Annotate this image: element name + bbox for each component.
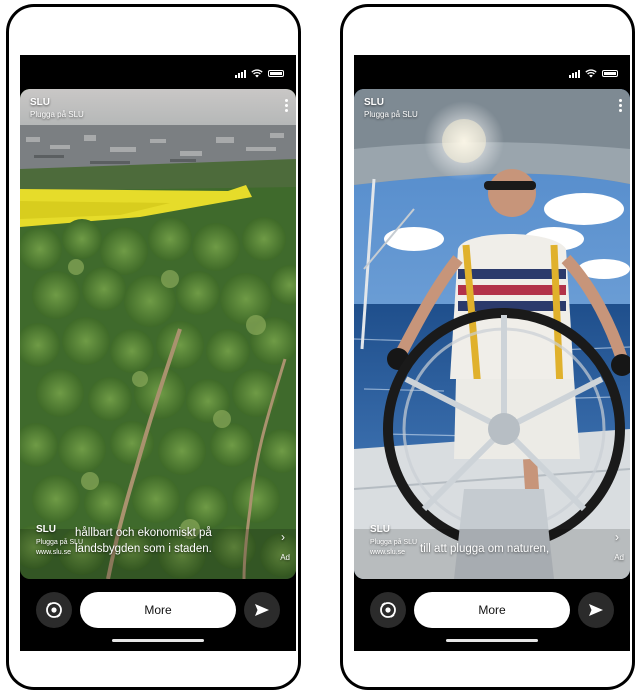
status-bar <box>569 69 618 78</box>
phone-screen-1: SLU Plugga på SLU SLU Plugga på SLU www.… <box>20 55 296 651</box>
chevron-right-icon[interactable]: › <box>281 530 285 544</box>
send-arrow-icon <box>589 604 603 616</box>
phone-bezel: SLU Plugga på SLU SLU Plugga på SLU www.… <box>343 7 632 687</box>
aerial-forest-image <box>20 89 296 579</box>
caption-line: landsbygden som i staden. <box>75 543 212 555</box>
wifi-icon <box>585 69 597 78</box>
camera-flip-icon <box>380 602 396 618</box>
ad-badge: Ad <box>280 553 290 562</box>
status-bar <box>235 69 284 78</box>
more-button[interactable]: More <box>414 592 570 628</box>
battery-icon <box>602 70 618 77</box>
send-arrow-icon <box>255 604 269 616</box>
video-caption: hållbart och ekonomiskt på landsbygden s… <box>75 525 212 557</box>
ad-attachment-title[interactable]: SLU <box>36 524 56 535</box>
phone-frame-2: SLU Plugga på SLU SLU Plugga på SLU www.… <box>340 4 635 690</box>
signal-icon <box>569 69 580 78</box>
send-button[interactable] <box>578 592 614 628</box>
chevron-right-icon[interactable]: › <box>615 530 619 544</box>
advertiser-tagline: Plugga på SLU <box>364 110 418 119</box>
more-options-icon[interactable] <box>617 99 623 112</box>
ad-attachment-url[interactable]: www.slu.se <box>370 549 405 556</box>
story-video-1[interactable]: SLU Plugga på SLU SLU Plugga på SLU www.… <box>20 89 296 579</box>
caption-line: hållbart och ekonomiskt på <box>75 527 212 539</box>
more-options-icon[interactable] <box>283 99 289 112</box>
sailing-helm-image <box>354 89 630 579</box>
phone-frame-1: SLU Plugga på SLU SLU Plugga på SLU www.… <box>6 4 301 690</box>
ad-badge: Ad <box>614 553 624 562</box>
camera-flip-button[interactable] <box>36 592 72 628</box>
signal-icon <box>235 69 246 78</box>
more-button[interactable]: More <box>80 592 236 628</box>
phone-bezel: SLU Plugga på SLU SLU Plugga på SLU www.… <box>9 7 298 687</box>
advertiser-name[interactable]: SLU <box>364 97 384 108</box>
wifi-icon <box>251 69 263 78</box>
ad-attachment-title[interactable]: SLU <box>370 524 390 535</box>
home-indicator[interactable] <box>446 639 538 642</box>
story-video-2[interactable]: SLU Plugga på SLU SLU Plugga på SLU www.… <box>354 89 630 579</box>
home-indicator[interactable] <box>112 639 204 642</box>
bottom-action-bar: More <box>20 592 296 628</box>
camera-flip-icon <box>46 602 62 618</box>
ad-attachment-url[interactable]: www.slu.se <box>36 549 71 556</box>
advertiser-name[interactable]: SLU <box>30 97 50 108</box>
caption-line: till att plugga om naturen, <box>420 543 550 555</box>
bottom-action-bar: More <box>354 592 630 628</box>
battery-icon <box>268 70 284 77</box>
phone-screen-2: SLU Plugga på SLU SLU Plugga på SLU www.… <box>354 55 630 651</box>
send-button[interactable] <box>244 592 280 628</box>
ad-attachment-subtitle: Plugga på SLU <box>370 539 418 546</box>
camera-flip-button[interactable] <box>370 592 406 628</box>
video-caption: till att plugga om naturen, <box>420 541 549 557</box>
advertiser-tagline: Plugga på SLU <box>30 110 84 119</box>
